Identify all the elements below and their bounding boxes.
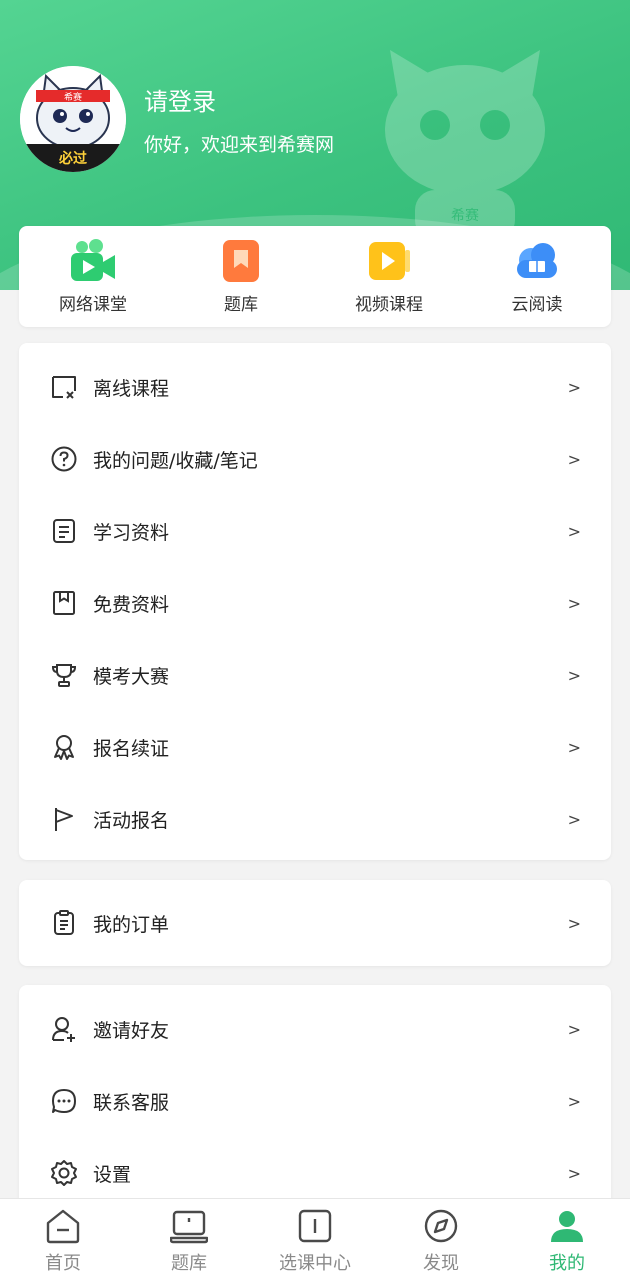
tab-discover[interactable]: 发现 (378, 1199, 504, 1280)
trophy-icon (49, 660, 79, 690)
menu-item-label: 我的订单 (93, 913, 170, 936)
tab-label: 我的 (549, 1253, 585, 1274)
menu-item-invite-friends[interactable]: 邀请好友 > (19, 993, 611, 1065)
menu-item-event-signup[interactable]: 活动报名 > (19, 783, 611, 855)
home-icon (43, 1207, 83, 1245)
quick-link-cloud-reading[interactable]: 云阅读 (463, 226, 611, 327)
menu-item-my-orders[interactable]: 我的订单 > (19, 887, 611, 959)
user-icon (547, 1207, 587, 1245)
chevron-right-icon: > (567, 377, 581, 397)
chevron-right-icon: > (567, 521, 581, 541)
tab-label: 发现 (423, 1253, 459, 1274)
quick-link-label: 视频课程 (355, 295, 423, 315)
menu-card-orders: 我的订单 > (19, 880, 611, 966)
quick-link-label: 网络课堂 (59, 295, 127, 315)
video-camera-icon (71, 239, 115, 281)
cat-avatar-icon: 希赛 必过 (20, 66, 126, 172)
chevron-right-icon: > (567, 913, 581, 933)
chevron-right-icon: > (567, 1019, 581, 1039)
cloud-book-icon (517, 243, 557, 278)
menu-item-offline-course[interactable]: 离线课程 > (19, 351, 611, 423)
clipboard-icon (49, 908, 79, 938)
offline-screen-icon (49, 372, 79, 402)
bottom-tab-bar: 首页 题库 选课中心 发现 我的 (0, 1198, 630, 1280)
document-icon (49, 516, 79, 546)
quick-links-card: 网络课堂 题库 视频课程 云阅读 (19, 226, 611, 327)
quick-link-label: 云阅读 (511, 295, 563, 315)
question-circle-icon (49, 444, 79, 474)
menu-item-study-materials[interactable]: 学习资料 > (19, 495, 611, 567)
chat-bubble-icon (49, 1086, 79, 1116)
menu-item-label: 报名续证 (93, 737, 170, 760)
svg-text:希赛: 希赛 (451, 208, 479, 224)
menu-card-other: 邀请好友 > 联系客服 > 设置 > (19, 985, 611, 1215)
menu-item-customer-service[interactable]: 联系客服 > (19, 1065, 611, 1137)
svg-text:必过: 必过 (58, 150, 87, 167)
quick-link-video-course[interactable]: 视频课程 (315, 226, 463, 327)
play-video-icon (369, 242, 410, 280)
menu-item-my-questions[interactable]: 我的问题/收藏/笔记 > (19, 423, 611, 495)
add-user-icon (49, 1014, 79, 1044)
avatar[interactable]: 希赛 必过 (20, 66, 126, 172)
chevron-right-icon: > (567, 1091, 581, 1111)
welcome-text: 你好，欢迎来到希赛网 (144, 134, 335, 156)
menu-item-label: 模考大赛 (93, 665, 170, 688)
quick-link-question-bank[interactable]: 题库 (167, 226, 315, 327)
menu-item-label: 离线课程 (93, 377, 170, 400)
menu-item-label: 学习资料 (93, 521, 170, 544)
menu-item-label: 免费资料 (93, 593, 170, 616)
quick-link-label: 题库 (224, 295, 258, 315)
menu-item-label: 活动报名 (93, 809, 170, 832)
tab-label: 选课中心 (279, 1253, 351, 1274)
login-title[interactable]: 请登录 (144, 82, 216, 117)
award-ribbon-icon (49, 732, 79, 762)
menu-card-learning: 离线课程 > 我的问题/收藏/笔记 > 学习资料 > 免费资料 > 模考大赛 >… (19, 343, 611, 860)
gear-icon (49, 1158, 79, 1188)
quick-link-online-class[interactable]: 网络课堂 (19, 226, 167, 327)
cat-mascot-watermark-icon: 希赛 (385, 50, 545, 240)
menu-item-registration-renewal[interactable]: 报名续证 > (19, 711, 611, 783)
tab-home[interactable]: 首页 (0, 1199, 126, 1280)
menu-item-label: 邀请好友 (93, 1019, 170, 1042)
bookmark-book-icon (223, 240, 259, 282)
svg-text:希赛: 希赛 (64, 91, 82, 103)
menu-item-label: 我的问题/收藏/笔记 (93, 449, 258, 472)
tab-label: 首页 (45, 1253, 81, 1274)
compass-icon (421, 1207, 461, 1245)
course-book-icon (295, 1207, 335, 1245)
menu-item-label: 设置 (93, 1163, 132, 1186)
chevron-right-icon: > (567, 1163, 581, 1183)
chevron-right-icon: > (567, 593, 581, 613)
bookmark-icon (49, 588, 79, 618)
laptop-icon (169, 1207, 209, 1245)
chevron-right-icon: > (567, 809, 581, 829)
tab-mine[interactable]: 我的 (504, 1199, 630, 1280)
menu-item-free-materials[interactable]: 免费资料 > (19, 567, 611, 639)
chevron-right-icon: > (567, 665, 581, 685)
tab-label: 题库 (171, 1253, 207, 1274)
flag-icon (49, 804, 79, 834)
tab-course-center[interactable]: 选课中心 (252, 1199, 378, 1280)
chevron-right-icon: > (567, 737, 581, 757)
menu-item-label: 联系客服 (93, 1091, 170, 1114)
menu-item-mock-contest[interactable]: 模考大赛 > (19, 639, 611, 711)
chevron-right-icon: > (567, 449, 581, 469)
tab-question-bank[interactable]: 题库 (126, 1199, 252, 1280)
